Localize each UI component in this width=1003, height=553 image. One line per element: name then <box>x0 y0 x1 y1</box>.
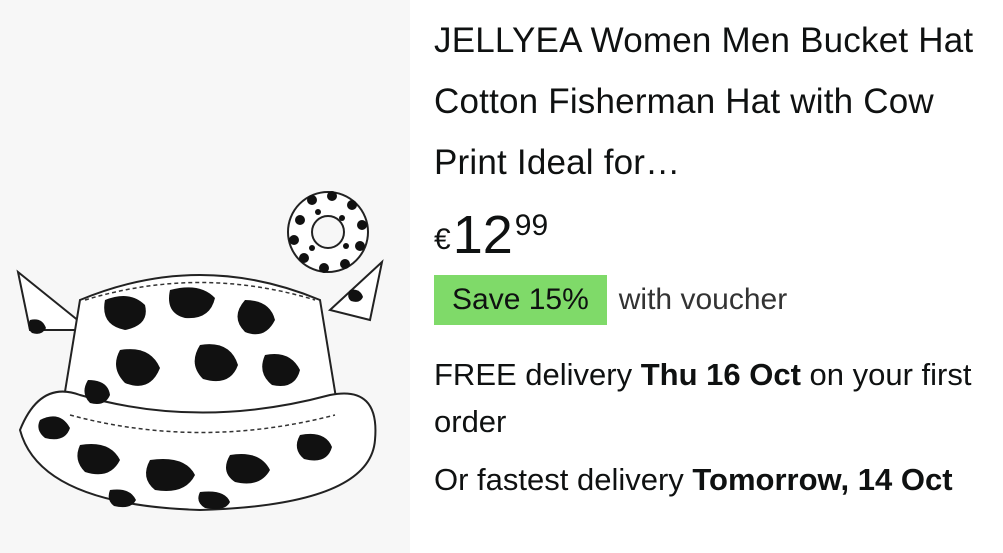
price-currency-symbol: € <box>434 223 451 256</box>
price-fraction: 99 <box>514 209 549 242</box>
voucher-row: Save 15% with voucher <box>434 275 1003 325</box>
voucher-text: with voucher <box>618 283 788 316</box>
cow-print-hat-image <box>16 191 384 512</box>
product-title[interactable]: JELLYEA Women Men Bucket Hat Cotton Fish… <box>434 10 994 193</box>
product-info: JELLYEA Women Men Bucket Hat Cotton Fish… <box>410 0 1003 553</box>
fastest-delivery-info: Or fastest delivery Tomorrow, 14 Oct <box>434 456 994 503</box>
price: € 12 99 <box>434 207 1003 263</box>
delivery-info: FREE delivery Thu 16 Oct on your first o… <box>434 351 994 445</box>
product-image[interactable] <box>0 0 410 553</box>
delivery-prefix: FREE delivery <box>434 357 641 392</box>
fastest-delivery-date: Tomorrow, 14 Oct <box>692 462 953 497</box>
scrunchie-image <box>287 191 369 273</box>
delivery-date: Thu 16 Oct <box>640 357 801 392</box>
price-whole: 12 <box>452 205 513 265</box>
product-card[interactable]: JELLYEA Women Men Bucket Hat Cotton Fish… <box>0 0 1003 553</box>
fastest-delivery-prefix: Or fastest delivery <box>434 462 693 497</box>
voucher-badge[interactable]: Save 15% <box>434 275 607 325</box>
